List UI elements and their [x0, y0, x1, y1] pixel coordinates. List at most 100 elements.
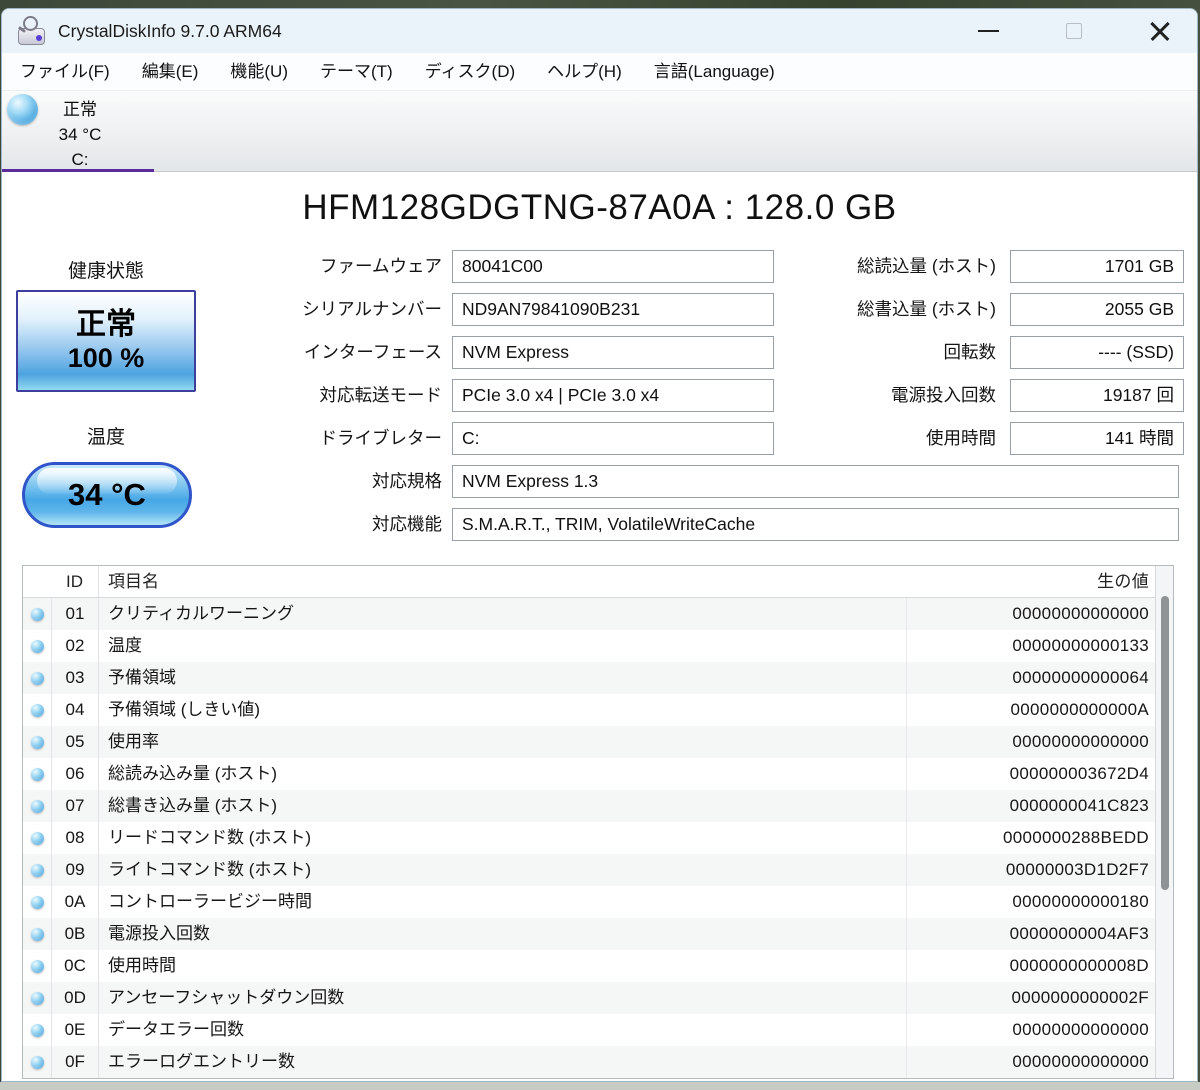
stat-field-value: ---- (SSD) [1010, 336, 1184, 369]
status-good-icon [30, 767, 44, 781]
drive-tab-status: 正常 [63, 100, 97, 119]
menu-item[interactable]: テーマ(T) [304, 53, 409, 90]
attribute-name: コントローラービジー時間 [98, 886, 906, 918]
smart-table-row[interactable]: 0C 使用時間 0000000000008D [23, 950, 1173, 982]
smart-table-row[interactable]: 02 温度 00000000000133 [23, 630, 1173, 662]
attribute-raw-value: 000000003672D4 [906, 758, 1155, 790]
smart-table-row[interactable]: 0B 電源投入回数 00000000004AF3 [23, 918, 1173, 950]
magnifier-icon [23, 16, 38, 31]
scrollbar-thumb[interactable] [1161, 596, 1169, 890]
info-field-label: 対応機能 [372, 514, 442, 534]
stat-field-value: 141 時間 [1010, 422, 1184, 455]
row-status-cell [23, 598, 51, 630]
stat-field-value: 19187 回 [1010, 379, 1184, 412]
stat-field-row: 電源投入回数 19187 回 [820, 379, 1184, 412]
smart-table-row[interactable]: 0D アンセーフシャットダウン回数 0000000000002F [23, 982, 1173, 1014]
header-raw-value: 生の値 [1097, 572, 1149, 591]
drive-model-title: HFM128GDGTNG-87A0A : 128.0 GB [302, 188, 897, 227]
selected-tab-indicator [2, 169, 154, 172]
info-field-label: インターフェース [303, 342, 442, 362]
drive-tabstrip: 正常 34 °C C: [2, 91, 1197, 172]
attribute-id: 01 [51, 598, 98, 630]
row-status-cell [23, 1046, 51, 1078]
attribute-raw-value: 0000000041C823 [906, 790, 1155, 822]
smart-table-row[interactable]: 0E データエラー回数 00000000000000 [23, 1014, 1173, 1046]
info-field-value: NVM Express [452, 336, 774, 369]
window-controls [973, 9, 1175, 53]
stat-field-value: 2055 GB [1010, 293, 1184, 326]
smart-table-row[interactable]: 07 総書き込み量 (ホスト) 0000000041C823 [23, 790, 1173, 822]
stat-field-label: 回転数 [943, 342, 997, 362]
drive-tab-temperature: 34 °C [58, 125, 102, 144]
smart-table-row[interactable]: 09 ライトコマンド数 (ホスト) 00000003D1D2F7 [23, 854, 1173, 886]
smart-table-row[interactable]: 03 予備領域 00000000000064 [23, 662, 1173, 694]
smart-table-row[interactable]: 0F エラーログエントリー数 00000000000000 [23, 1046, 1173, 1078]
stat-field-row: 総書込量 (ホスト) 2055 GB [820, 293, 1184, 326]
smart-table-row[interactable]: 01 クリティカルワーニング 00000000000000 [23, 598, 1173, 630]
attribute-raw-value: 0000000288BEDD [906, 822, 1155, 854]
smart-table-row[interactable]: 05 使用率 00000000000000 [23, 726, 1173, 758]
attribute-raw-value: 00000000000000 [906, 1046, 1155, 1078]
info-field-value: ND9AN79841090B231 [452, 293, 774, 326]
info-field-row: 対応規格 NVM Express 1.3 [2, 465, 1179, 498]
attribute-id: 0B [51, 918, 98, 950]
stat-field-label: 使用時間 [926, 428, 996, 448]
attribute-raw-value: 00000000000133 [906, 630, 1155, 662]
info-field-value: S.M.A.R.T., TRIM, VolatileWriteCache [452, 508, 1179, 541]
drive-tab-text: 正常 34 °C C: [20, 97, 140, 172]
crystaldiskinfo-window: CrystalDiskInfo 9.7.0 ARM64 ファイル(F) 編集(E… [1, 8, 1198, 1082]
titlebar: CrystalDiskInfo 9.7.0 ARM64 [2, 9, 1197, 53]
stat-field-label: 総書込量 (ホスト) [856, 299, 996, 319]
minimize-button[interactable] [973, 16, 1003, 46]
smart-table-row[interactable]: 06 総読み込み量 (ホスト) 000000003672D4 [23, 758, 1173, 790]
attribute-raw-value: 00000003D1D2F7 [906, 854, 1155, 886]
row-status-cell [23, 630, 51, 662]
photo-bottom-edge [0, 1082, 1200, 1090]
status-good-icon [30, 1055, 44, 1069]
row-status-cell [23, 982, 51, 1014]
attribute-raw-value: 00000000000064 [906, 662, 1155, 694]
attribute-raw-value: 0000000000002F [906, 982, 1155, 1014]
attribute-name: 総読み込み量 (ホスト) [98, 758, 906, 790]
drive-tab-c[interactable]: 正常 34 °C C: [2, 91, 154, 172]
attribute-id: 06 [51, 758, 98, 790]
app-icon [16, 16, 48, 46]
window-title: CrystalDiskInfo 9.7.0 ARM64 [58, 20, 282, 41]
menu-item[interactable]: 機能(U) [214, 53, 304, 90]
info-field-label: ファームウェア [320, 256, 442, 276]
attribute-name: 電源投入回数 [98, 918, 906, 950]
attribute-name: データエラー回数 [98, 1014, 906, 1046]
table-scrollbar[interactable] [1155, 566, 1173, 1078]
menu-item[interactable]: 編集(E) [126, 53, 215, 90]
smart-table-row[interactable]: 08 リードコマンド数 (ホスト) 0000000288BEDD [23, 822, 1173, 854]
info-field-value: 80041C00 [452, 250, 774, 283]
status-dot-icon [36, 35, 42, 41]
row-status-cell [23, 694, 51, 726]
smart-table-row[interactable]: 04 予備領域 (しきい値) 0000000000000A [23, 694, 1173, 726]
attribute-name: 総書き込み量 (ホスト) [98, 790, 906, 822]
close-button[interactable] [1145, 16, 1175, 46]
stat-field-value: 1701 GB [1010, 250, 1184, 283]
attribute-id: 03 [51, 662, 98, 694]
attribute-id: 09 [51, 854, 98, 886]
row-status-cell [23, 854, 51, 886]
menu-item[interactable]: ディスク(D) [409, 53, 531, 90]
smart-table-row[interactable]: 0A コントローラービジー時間 00000000000180 [23, 886, 1173, 918]
status-good-icon [30, 959, 44, 973]
attribute-id: 0C [51, 950, 98, 982]
maximize-button[interactable] [1059, 16, 1089, 46]
menu-item[interactable]: ヘルプ(H) [531, 53, 638, 90]
attribute-raw-value: 00000000000180 [906, 886, 1155, 918]
attribute-raw-value: 00000000004AF3 [906, 918, 1155, 950]
attribute-id: 0D [51, 982, 98, 1014]
info-field-label: シリアルナンバー [302, 299, 442, 319]
status-good-icon [30, 831, 44, 845]
header-id: ID [66, 572, 83, 591]
row-status-cell [23, 758, 51, 790]
info-field-value: PCIe 3.0 x4 | PCIe 3.0 x4 [452, 379, 774, 412]
menu-item[interactable]: ファイル(F) [4, 53, 126, 90]
row-status-cell [23, 822, 51, 854]
menu-item[interactable]: 言語(Language) [638, 53, 791, 90]
attribute-raw-value: 00000000000000 [906, 598, 1155, 630]
attribute-name: 予備領域 [98, 662, 906, 694]
